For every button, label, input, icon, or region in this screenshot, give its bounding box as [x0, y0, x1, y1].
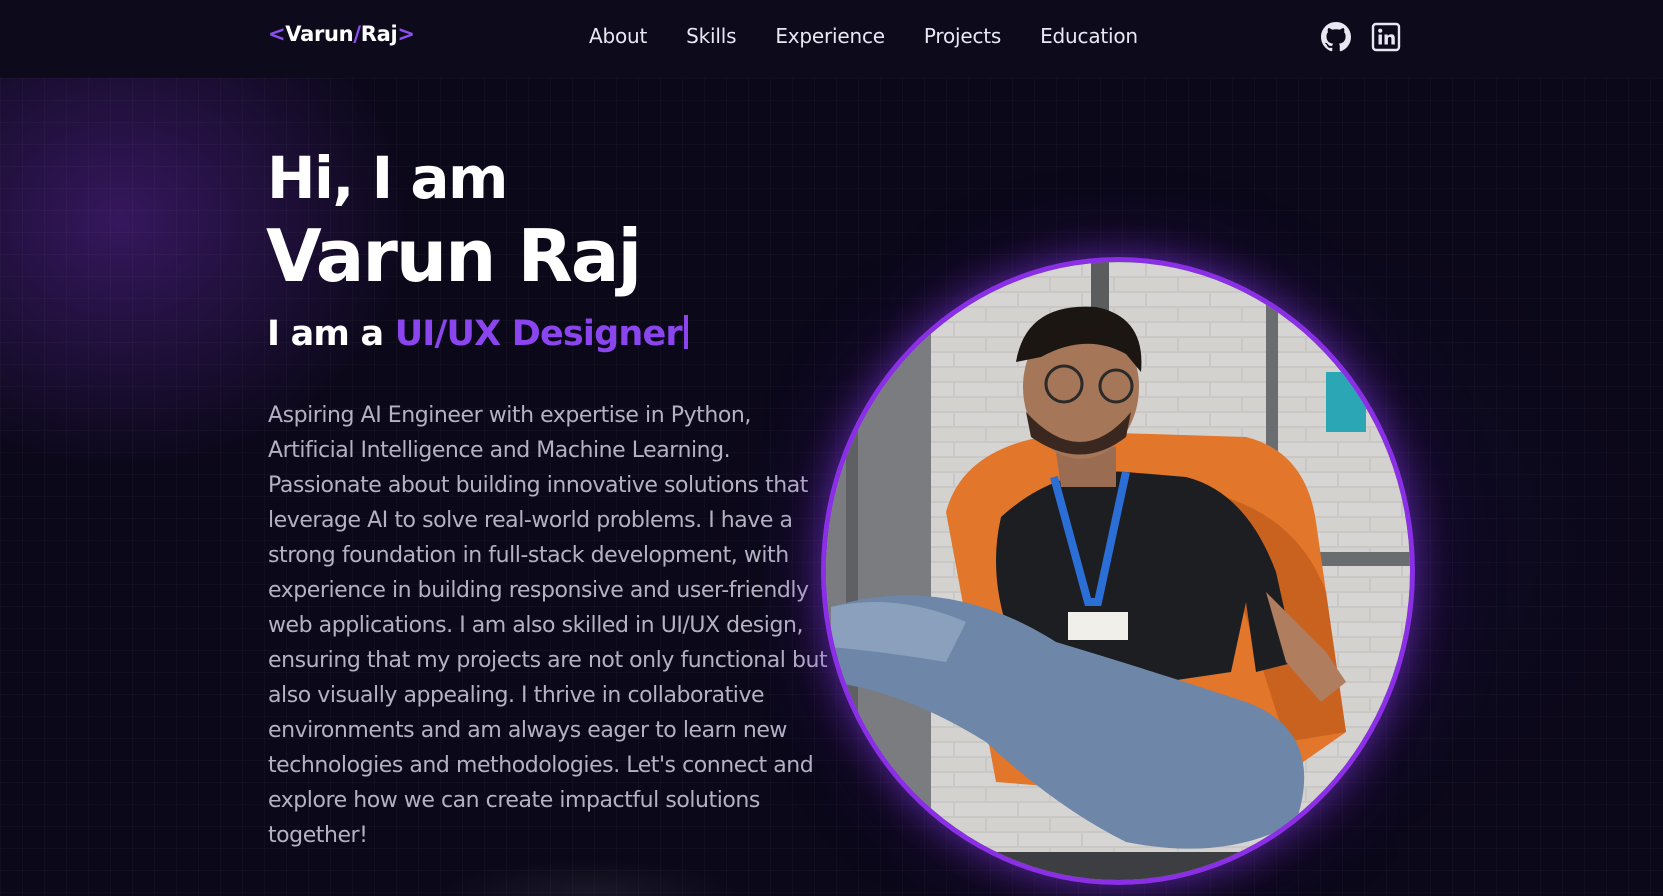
nav-link-skills[interactable]: Skills: [686, 24, 736, 48]
nav-link-about[interactable]: About: [589, 24, 647, 48]
hero-bio: Aspiring AI Engineer with expertise in P…: [268, 403, 828, 848]
logo-slash: /: [353, 22, 361, 46]
logo-first: Varun: [285, 22, 354, 46]
navbar: <Varun/Raj> About Skills Experience Proj…: [0, 0, 1663, 78]
linkedin-icon[interactable]: [1371, 22, 1401, 52]
bottom-glow: [440, 860, 740, 896]
hero-role: I am a UI/UX Designer: [267, 312, 688, 356]
logo-close-bracket: >: [397, 22, 415, 46]
logo[interactable]: <Varun/Raj>: [268, 22, 415, 46]
role-prefix: I am a: [267, 314, 395, 354]
logo-open-bracket: <: [268, 22, 286, 46]
logo-last: Raj: [360, 22, 398, 46]
github-icon[interactable]: [1321, 22, 1351, 52]
nav-link-projects[interactable]: Projects: [924, 24, 1001, 48]
nav-link-experience[interactable]: Experience: [775, 24, 885, 48]
hero-greeting: Hi, I am: [267, 144, 509, 212]
profile-photo: [821, 257, 1415, 885]
hero-name: Varun Raj: [266, 214, 642, 298]
nav-link-education[interactable]: Education: [1040, 24, 1138, 48]
role-text: UI/UX Designer: [394, 314, 683, 354]
nav-links: About Skills Experience Projects Educati…: [589, 24, 1138, 48]
typing-cursor: [683, 315, 688, 349]
